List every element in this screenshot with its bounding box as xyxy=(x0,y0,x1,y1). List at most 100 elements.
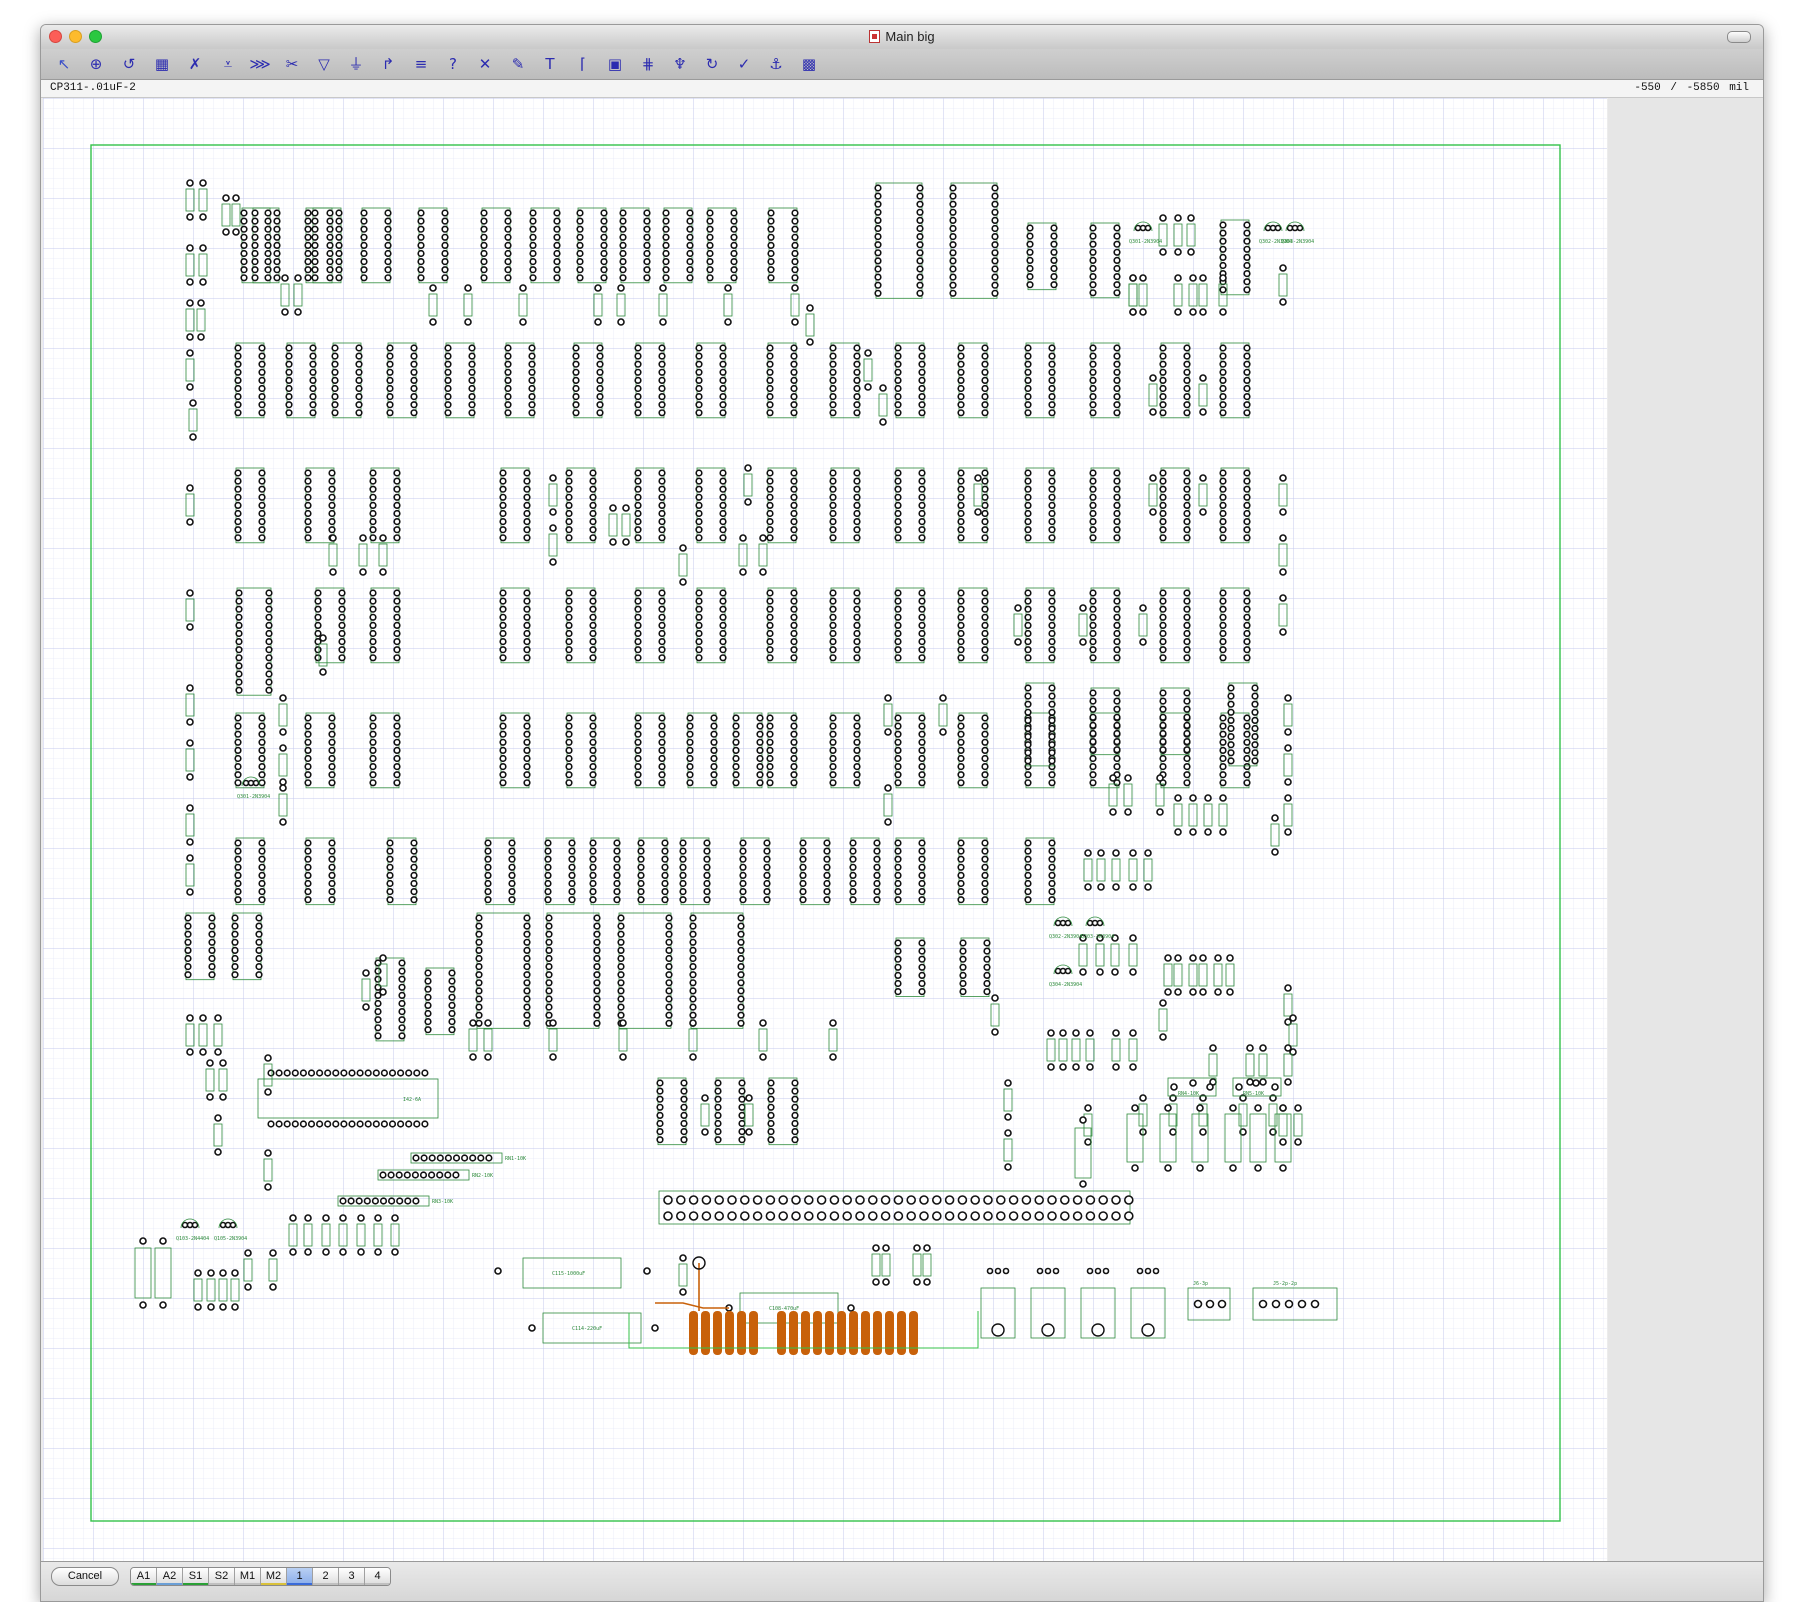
pad xyxy=(918,963,926,971)
pad xyxy=(328,469,336,477)
pcb-board-svg[interactable]: I42-6ARN1-10KRN2-10KRN3-10KQ301-2N3904Q3… xyxy=(43,98,1607,1561)
pad xyxy=(873,847,881,855)
layer-button-s2[interactable]: S2 xyxy=(209,1568,235,1585)
pad xyxy=(235,621,243,630)
pen-tool-icon[interactable]: ✎ xyxy=(507,54,529,74)
layer-button-a2[interactable]: A2 xyxy=(157,1568,183,1585)
pad xyxy=(338,629,346,638)
pad xyxy=(339,1248,347,1256)
pad xyxy=(884,728,892,736)
place-part-tool-icon[interactable]: ▦ xyxy=(151,54,173,74)
pad xyxy=(396,1197,404,1205)
refresh-tool-icon[interactable]: ↻ xyxy=(701,54,723,74)
pad xyxy=(829,714,837,722)
pad xyxy=(475,1019,483,1027)
anchor-tool-icon[interactable]: ⚓ xyxy=(765,54,787,74)
autoroute-tool-icon[interactable]: ⋙ xyxy=(249,54,271,74)
layer-button-4[interactable]: 4 xyxy=(365,1568,390,1585)
pad xyxy=(1174,794,1182,802)
pad xyxy=(918,376,926,385)
pad xyxy=(589,621,597,630)
pcb-canvas[interactable]: I42-6A RN1-10K RN2-10K RN3-10K Q301-2N3904 Q3… xyxy=(43,98,1607,1561)
pad xyxy=(589,887,597,896)
pad xyxy=(790,493,798,501)
layer-label: 3 xyxy=(348,1570,355,1582)
pad xyxy=(1159,534,1167,542)
pad xyxy=(1048,896,1056,904)
pad xyxy=(304,469,312,477)
select-tool-icon[interactable]: ↖ xyxy=(53,54,75,74)
pad xyxy=(523,762,531,771)
pad xyxy=(658,477,666,485)
chip-tool-icon[interactable]: ▩ xyxy=(798,54,820,74)
pad xyxy=(1089,352,1097,360)
pad-tool-icon[interactable]: ▽ xyxy=(313,54,335,74)
pad xyxy=(1159,368,1167,376)
pad xyxy=(234,384,242,393)
pad xyxy=(695,629,703,638)
check-tool-icon[interactable]: ✓ xyxy=(733,54,755,74)
rotate-tool-icon[interactable]: ↺ xyxy=(118,54,140,74)
toolbar-toggle-button[interactable] xyxy=(1727,31,1751,43)
probe-tool-icon[interactable]: ♆ xyxy=(669,54,691,74)
via-tool-icon[interactable]: ⩡ xyxy=(217,54,239,74)
bus-tool-icon[interactable]: ≡ xyxy=(410,54,432,74)
pad xyxy=(710,738,718,746)
pad xyxy=(379,954,387,962)
pad xyxy=(258,714,266,722)
layer-button-1[interactable]: 1 xyxy=(287,1568,313,1585)
pad xyxy=(339,1197,347,1205)
pad xyxy=(1144,849,1152,857)
cut-tool-icon[interactable]: ✂ xyxy=(281,54,303,74)
pad xyxy=(665,1011,673,1019)
cancel-button[interactable]: Cancel xyxy=(51,1567,119,1586)
pad xyxy=(304,241,312,249)
pad xyxy=(730,249,738,258)
pad xyxy=(719,409,727,417)
pad xyxy=(894,368,902,376)
zoom-tool-icon[interactable]: ⊕ xyxy=(85,54,107,74)
layer-button-2[interactable]: 2 xyxy=(313,1568,339,1585)
pad xyxy=(499,746,507,755)
delete-tool-icon[interactable]: ✕ xyxy=(474,54,496,74)
pad xyxy=(565,477,573,485)
pad xyxy=(790,393,798,401)
pad xyxy=(1227,692,1235,700)
pad xyxy=(957,469,965,477)
pad xyxy=(658,605,666,613)
layer-button-3[interactable]: 3 xyxy=(339,1568,365,1585)
route-tool-icon[interactable]: ✗ xyxy=(184,54,206,74)
pad xyxy=(1048,700,1056,708)
pad xyxy=(679,855,687,863)
info-tool-icon[interactable]: ? xyxy=(442,54,464,74)
pad xyxy=(1170,1083,1178,1091)
pad xyxy=(662,209,670,217)
pad xyxy=(637,863,645,871)
pad xyxy=(322,1214,330,1222)
pad xyxy=(918,979,926,988)
pad xyxy=(1183,721,1191,730)
layer-button-m1[interactable]: M1 xyxy=(235,1568,261,1585)
pad xyxy=(855,1195,865,1205)
pad xyxy=(918,646,926,654)
pad xyxy=(258,855,266,863)
pad xyxy=(739,863,747,871)
pad xyxy=(995,1211,1006,1221)
corner-tool-icon[interactable]: ⌈ xyxy=(572,54,594,74)
pad xyxy=(1219,261,1227,270)
pad xyxy=(316,1120,324,1128)
text-tool-icon[interactable]: T xyxy=(539,54,561,74)
ground-tool-icon[interactable]: ⏚ xyxy=(345,54,367,74)
outline-tool-icon[interactable]: ▣ xyxy=(604,54,626,74)
pad xyxy=(957,722,965,730)
align-tool-icon[interactable]: ⋕ xyxy=(637,54,659,74)
pad xyxy=(1089,273,1097,281)
pad xyxy=(374,1016,382,1024)
pad xyxy=(1196,1164,1204,1172)
layer-button-s1[interactable]: S1 xyxy=(183,1568,209,1585)
arc-tool-icon[interactable]: ↱ xyxy=(377,54,399,74)
layer-button-a1[interactable]: A1 xyxy=(131,1568,157,1585)
pad xyxy=(918,493,926,501)
layer-button-m2[interactable]: M2 xyxy=(261,1568,287,1585)
pad xyxy=(1279,264,1287,272)
